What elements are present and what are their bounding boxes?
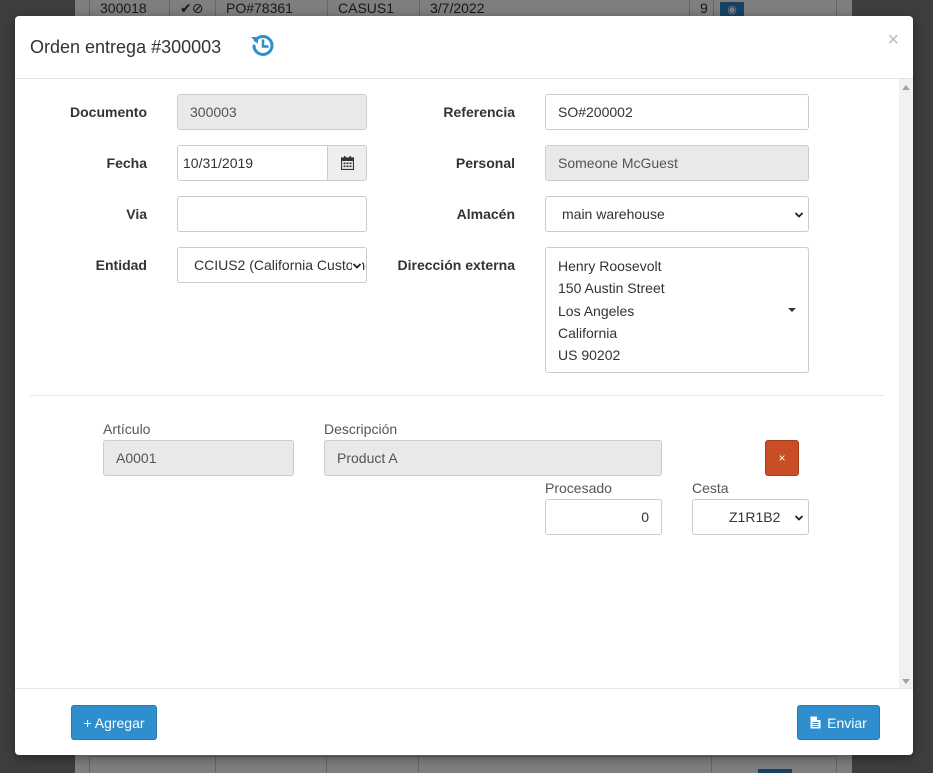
enviar-label: Enviar: [827, 714, 867, 731]
personal-field: Someone McGuest: [545, 145, 809, 181]
modal-title: Orden entrega #300003: [30, 37, 222, 57]
almacen-label: Almacén: [456, 206, 515, 222]
entidad-select[interactable]: CCIUS2 (California Customer): [177, 247, 367, 283]
address-line: Los Angeles: [558, 302, 635, 319]
cesta-select[interactable]: Z1R1B2: [692, 499, 809, 535]
calendar-icon: [340, 156, 354, 170]
address-line: US 90202: [558, 347, 621, 364]
address-line: Henry Roosevolt: [558, 258, 662, 274]
via-input[interactable]: [177, 196, 367, 232]
chevron-down-icon: [794, 515, 804, 521]
almacen-selected-value: main warehouse: [562, 206, 665, 222]
procesado-input[interactable]: 0: [545, 499, 662, 535]
descripcion-label: Descripción: [324, 421, 398, 437]
entidad-selected-value: CCIUS2 (California Customer): [194, 257, 367, 273]
direccion-externa-select[interactable]: Henry Roosevolt 150 Austin Street Los An…: [545, 247, 809, 373]
referencia-field[interactable]: SO#200002: [545, 94, 809, 130]
chevron-down-icon: [794, 212, 804, 218]
fecha-input[interactable]: 10/31/2019: [177, 145, 329, 181]
modal-header: Orden entrega #300003 ×: [15, 16, 913, 79]
scroll-down-icon[interactable]: [902, 679, 910, 684]
direccion-label: Dirección externa: [397, 257, 516, 273]
modal-scrollbar[interactable]: [899, 79, 913, 688]
entidad-label: Entidad: [95, 257, 147, 273]
referencia-label: Referencia: [443, 104, 515, 120]
enviar-button[interactable]: Enviar: [797, 705, 880, 740]
personal-label: Personal: [455, 155, 515, 171]
modal-body: Documento 300003 Referencia SO#200002 Fe…: [15, 79, 913, 688]
scroll-up-icon[interactable]: [902, 85, 910, 90]
delivery-order-modal: Orden entrega #300003 × Documento 300003…: [15, 16, 913, 755]
cesta-label: Cesta: [692, 480, 729, 496]
calendar-button[interactable]: [327, 145, 367, 181]
fecha-label: Fecha: [106, 155, 147, 171]
documento-field: 300003: [177, 94, 367, 130]
modal-footer: + Agregar Enviar: [15, 688, 913, 755]
agregar-button[interactable]: + Agregar: [71, 705, 157, 740]
cesta-selected-value: Z1R1B2: [729, 509, 781, 525]
documento-label: Documento: [70, 104, 147, 120]
procesado-label: Procesado: [545, 480, 612, 496]
chevron-down-icon: [352, 261, 362, 271]
address-line: 150 Austin Street: [558, 280, 665, 297]
articulo-label: Artículo: [103, 421, 151, 437]
file-text-icon: [810, 716, 821, 729]
address-line: California: [558, 324, 618, 341]
caret-down-icon: [788, 308, 796, 312]
via-label: Via: [126, 206, 147, 222]
almacen-select[interactable]: main warehouse: [545, 196, 809, 232]
delete-line-button[interactable]: ×: [765, 440, 799, 476]
section-divider: [30, 395, 884, 396]
descripcion-field: Product A: [324, 440, 662, 476]
close-button[interactable]: ×: [887, 30, 899, 50]
history-icon[interactable]: [248, 31, 278, 61]
articulo-field: A0001: [103, 440, 294, 476]
